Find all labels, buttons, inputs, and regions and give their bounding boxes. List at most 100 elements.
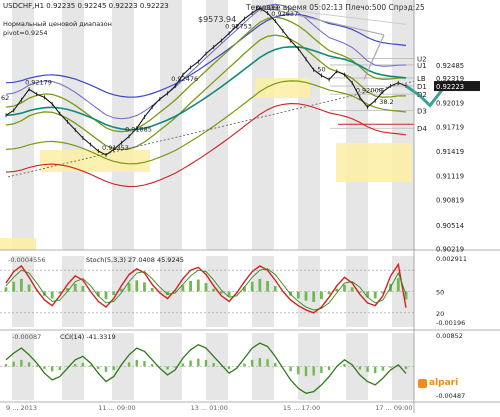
ao-label: -0.00087 (12, 333, 42, 341)
annotation-label: 0.92008 (356, 86, 383, 94)
price-zone (255, 78, 310, 98)
ao-histogram-bar (166, 366, 169, 370)
annotation-label: 0.91885 (125, 125, 152, 133)
ao-histogram-bar (112, 366, 115, 371)
ao-histogram-bar (212, 362, 215, 367)
stoch-scale-label: 0.002911 (436, 255, 467, 263)
stoch-scale-label: 20 (436, 310, 444, 318)
stoch-histogram-bar (258, 278, 262, 292)
stoch-histogram-bar (204, 283, 208, 292)
ao-histogram-bar (366, 366, 369, 372)
stoch-histogram-bar (112, 291, 116, 295)
alpari-logo: alpari (418, 378, 458, 388)
ao-histogram-bar (35, 365, 38, 367)
session-band (160, 0, 182, 250)
ao-histogram-bar (297, 366, 300, 375)
ao-histogram-bar (27, 362, 31, 367)
stoch-histogram-bar (219, 291, 223, 294)
ao-histogram-bar (389, 366, 392, 368)
balance-label: $9573.94 (198, 15, 237, 24)
time-tick-label: 17 ... 09:00 (375, 404, 412, 412)
annotation-label: 50 (317, 65, 325, 73)
ao-histogram-bar (97, 366, 100, 369)
stochastic-label: Stoch(5,3,3) 27.0408 45.9245 (86, 256, 184, 264)
header-info: Текущее время 05:02:13 Плечо:500 Спрэд:2… (246, 3, 425, 12)
ao-histogram-bar (104, 366, 108, 372)
ao-histogram-bar (358, 366, 362, 370)
stoch-histogram-bar (50, 291, 54, 299)
annotation-label: 38.2 (379, 98, 393, 106)
session-band (62, 0, 84, 250)
stoch-histogram-bar (27, 284, 31, 292)
stoch-histogram-bar (104, 291, 108, 300)
stoch-histogram-bar (143, 282, 146, 292)
stoch-histogram-bar (312, 291, 316, 302)
stoch-histogram-bar (373, 291, 377, 299)
session-band (392, 0, 414, 250)
stoch-histogram-bar (396, 278, 400, 292)
stoch-scale-label: -0.00196 (436, 319, 465, 327)
stoch-histogram-bar (189, 281, 193, 292)
chart-canvas: U2U1LBD1D2D3D4 0.924850.923190.922230.92… (0, 0, 500, 413)
ao-histogram-bar (343, 364, 346, 367)
ao-histogram-bar (20, 359, 23, 367)
time-tick-label: 11 ... 09:00 (98, 404, 135, 412)
session-band (252, 0, 274, 250)
ao-histogram-bar (258, 358, 262, 367)
session-band (12, 0, 34, 250)
price-tick-label: 0.90219 (436, 245, 464, 253)
ao-histogram-bar (312, 366, 315, 376)
alpari-logo-icon (418, 378, 427, 388)
session-band (112, 256, 134, 327)
annotation-label: 0.91353 (102, 144, 129, 152)
ao-histogram-bar (250, 359, 254, 367)
cci-scale-label: -0.00487 (436, 392, 465, 400)
stoch-histogram-bar (135, 280, 139, 292)
price-zone (336, 143, 412, 182)
ao-histogram-bar (274, 362, 277, 367)
stoch-histogram-bar (196, 279, 200, 292)
ao-histogram-bar (374, 366, 377, 374)
stoch-histogram-bar (250, 281, 254, 292)
ao-histogram-bar (74, 364, 77, 367)
level-label: D1 (417, 83, 427, 91)
price-tick-label: 0.92019 (436, 99, 464, 107)
annotation-label: 0.92179 (25, 78, 52, 86)
price-tick-label: 0.92223 (436, 83, 464, 91)
ao-histogram-bar (381, 366, 385, 371)
time-tick-label: 13 ... 01:00 (191, 404, 228, 412)
level-label: D4 (417, 125, 427, 133)
ao-histogram-bar (135, 359, 138, 367)
session-band (252, 256, 274, 327)
stoch-histogram-bar (319, 291, 323, 300)
chart-title: USDCHF,H1 0.92235 0.92245 0.92223 0.9222… (3, 2, 169, 10)
annotation-label: 62 (1, 94, 9, 102)
stoch-histogram-bar (19, 278, 23, 292)
stoch-histogram-bar (127, 283, 131, 292)
stoch-histogram-bar (12, 281, 16, 292)
ao-histogram-bar (204, 359, 208, 367)
ao-histogram-bar (127, 362, 131, 367)
ao-histogram-bar (89, 365, 92, 367)
price-zone (0, 238, 36, 250)
session-band (160, 256, 182, 327)
session-band (12, 256, 34, 327)
alpari-logo-text: alpari (429, 378, 459, 388)
stoch-scale-label: 50 (436, 289, 444, 297)
stoch-histogram-bar (81, 285, 85, 292)
level-label: LB (417, 75, 426, 83)
ao-histogram-bar (304, 366, 308, 377)
ao-histogram-bar (81, 362, 85, 367)
cci-label: CCI(14) -41.3319 (60, 333, 116, 341)
session-band (252, 333, 274, 400)
stoch-histogram-bar (296, 291, 300, 299)
ao-histogram-bar (50, 366, 54, 372)
price-tick-label: 0.91119 (436, 172, 464, 180)
stoch-histogram-bar (73, 283, 77, 292)
ao-histogram-bar (43, 366, 46, 369)
ao-histogram-bar (143, 361, 146, 367)
ao-histogram-bar (327, 366, 331, 371)
session-band (298, 0, 320, 250)
annotation-label: 0.92476 (171, 75, 198, 83)
chart-subtitle: Нормальный ценовой диапазон (3, 20, 112, 28)
